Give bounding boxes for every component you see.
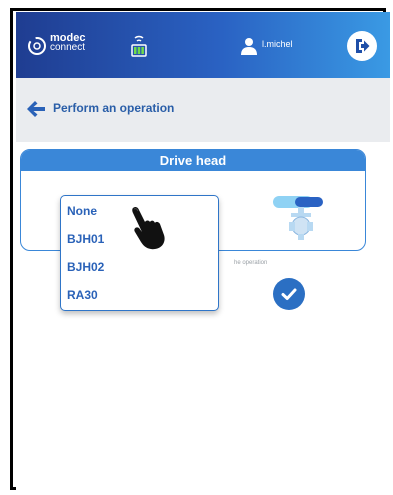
battery-wifi-icon	[131, 35, 147, 57]
logo-text-line2: connect	[50, 42, 86, 53]
username-label: l.michel	[262, 39, 293, 49]
dropdown-option-bjh02[interactable]: BJH02	[67, 260, 104, 274]
page-title[interactable]: Perform an operation	[53, 101, 174, 115]
dropdown-option-bjh01[interactable]: BJH01	[67, 232, 104, 246]
drive-head-valve-icon	[273, 196, 323, 240]
user-icon	[241, 38, 257, 55]
dropdown-option-none[interactable]: None	[67, 204, 97, 218]
arrow-left-icon[interactable]	[26, 100, 46, 118]
confirm-button[interactable]	[273, 278, 305, 310]
brand-logo: modec connect	[50, 33, 85, 53]
card-title: Drive head	[21, 150, 365, 171]
logout-button[interactable]	[347, 31, 377, 61]
app-screen: modec connect l.michel Perform an operat…	[16, 12, 390, 490]
top-bar: modec connect l.michel	[16, 12, 390, 78]
check-icon	[281, 288, 297, 300]
modec-logo-icon	[28, 37, 46, 55]
hand-pointer-icon	[132, 206, 165, 250]
operation-hint: he operation	[234, 260, 268, 266]
logout-icon	[356, 39, 370, 53]
dropdown-option-ra30[interactable]: RA30	[67, 288, 98, 302]
page-header: Perform an operation	[16, 78, 390, 142]
